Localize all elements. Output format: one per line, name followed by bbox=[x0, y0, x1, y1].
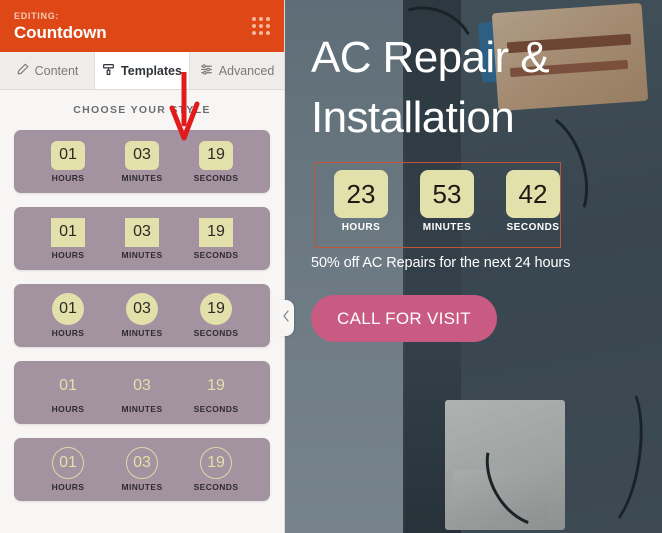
template-card[interactable]: 01 HOURS 03 MINUTES 19 SECONDS bbox=[14, 130, 270, 193]
digit-value: 01 bbox=[51, 217, 85, 247]
template-unit: 01 HOURS bbox=[40, 217, 96, 260]
grid-dots-icon[interactable] bbox=[252, 17, 270, 35]
panel-collapse-handle[interactable] bbox=[278, 300, 294, 336]
digit-label: HOURS bbox=[51, 403, 85, 414]
countdown-widget[interactable]: 23 HOURS 53 MINUTES 42 SECONDS bbox=[311, 162, 638, 248]
template-card[interactable]: 01 HOURS 03 MINUTES 19 SECONDS bbox=[14, 361, 270, 424]
promo-tagline: 50% off AC Repairs for the next 24 hours bbox=[311, 255, 571, 271]
digit-value: 01 bbox=[52, 447, 84, 479]
template-unit: 19 SECONDS bbox=[188, 372, 244, 414]
template-card[interactable]: 01 HOURS 03 MINUTES 19 SECONDS bbox=[14, 207, 270, 270]
tab-content-label: Content bbox=[34, 63, 79, 78]
stamp-icon bbox=[102, 63, 115, 79]
pencil-icon bbox=[16, 63, 29, 79]
template-unit: 19 SECONDS bbox=[188, 293, 244, 338]
countdown-value: 53 bbox=[420, 170, 474, 218]
digit-value: 03 bbox=[126, 293, 158, 325]
countdown-value: 42 bbox=[506, 170, 560, 218]
template-unit: 01 HOURS bbox=[40, 372, 96, 414]
tab-templates-label: Templates bbox=[121, 63, 182, 78]
digit-value: 03 bbox=[133, 377, 151, 394]
page-title: Countdown bbox=[14, 22, 107, 42]
digit-value: 03 bbox=[125, 217, 159, 247]
grid-dot bbox=[266, 17, 270, 21]
templates-list: CHOOSE YOUR STYLE 01 HOURS 03 MINUTES 19… bbox=[0, 90, 284, 533]
digit-label: HOURS bbox=[51, 249, 85, 260]
digit-label: SECONDS bbox=[193, 328, 239, 338]
tab-templates[interactable]: Templates bbox=[95, 52, 190, 89]
preview-content: AC Repair & Installation 23 HOURS 53 MIN… bbox=[285, 0, 662, 533]
digit-label: HOURS bbox=[51, 328, 85, 338]
digit-value: 19 bbox=[207, 377, 225, 394]
template-unit: 19 SECONDS bbox=[188, 140, 244, 183]
template-unit: 19 SECONDS bbox=[188, 217, 244, 260]
digit-label: MINUTES bbox=[121, 482, 163, 492]
digit-label: MINUTES bbox=[121, 249, 163, 260]
grid-dot bbox=[266, 24, 270, 28]
digit-value: 03 bbox=[126, 447, 158, 479]
digit-label: SECONDS bbox=[193, 172, 239, 183]
template-card[interactable]: 01 HOURS 03 MINUTES 19 SECONDS bbox=[14, 438, 270, 501]
digit-label: SECONDS bbox=[193, 403, 239, 414]
grid-dot bbox=[252, 17, 256, 21]
countdown-unit-minutes: 53 MINUTES bbox=[413, 170, 481, 233]
grid-dot bbox=[252, 31, 256, 35]
digit-value: 19 bbox=[200, 447, 232, 479]
editor-sidebar: EDITING: Countdown Content Templates Adv… bbox=[0, 0, 285, 533]
template-card[interactable]: 01 HOURS 03 MINUTES 19 SECONDS bbox=[14, 284, 270, 347]
template-unit: 01 HOURS bbox=[40, 447, 96, 492]
template-unit: 03 MINUTES bbox=[114, 293, 170, 338]
digit-value: 19 bbox=[199, 217, 233, 247]
template-unit: 03 MINUTES bbox=[114, 372, 170, 414]
digit-label: SECONDS bbox=[193, 482, 239, 492]
digit-value: 19 bbox=[200, 293, 232, 325]
chevron-left-icon bbox=[282, 309, 290, 327]
digit-value: 03 bbox=[125, 140, 159, 170]
grid-dot bbox=[259, 17, 263, 21]
call-for-visit-button[interactable]: CALL FOR VISIT bbox=[311, 295, 497, 342]
digit-value: 19 bbox=[199, 140, 233, 170]
template-unit: 03 MINUTES bbox=[114, 447, 170, 492]
editing-label: EDITING: bbox=[14, 10, 60, 21]
countdown-label: HOURS bbox=[341, 222, 381, 233]
grid-dot bbox=[252, 24, 256, 28]
panel-header: EDITING: Countdown bbox=[0, 0, 284, 52]
countdown-unit-seconds: 42 SECONDS bbox=[499, 170, 567, 233]
grid-dot bbox=[259, 31, 263, 35]
countdown-units: 23 HOURS 53 MINUTES 42 SECONDS bbox=[311, 166, 638, 233]
digit-label: MINUTES bbox=[121, 403, 163, 414]
digit-label: HOURS bbox=[51, 482, 85, 492]
digit-label: MINUTES bbox=[121, 172, 163, 183]
tab-content[interactable]: Content bbox=[0, 52, 95, 89]
grid-dot bbox=[266, 31, 270, 35]
sliders-icon bbox=[200, 63, 213, 79]
countdown-editor-screen: EDITING: Countdown Content Templates Adv… bbox=[0, 0, 662, 533]
countdown-unit-hours: 23 HOURS bbox=[327, 170, 395, 233]
digit-value: 01 bbox=[51, 140, 85, 170]
template-unit: 01 HOURS bbox=[40, 140, 96, 183]
template-unit: 19 SECONDS bbox=[188, 447, 244, 492]
tab-advanced-label: Advanced bbox=[218, 63, 275, 78]
digit-value: 01 bbox=[59, 377, 77, 394]
digit-value: 01 bbox=[52, 293, 84, 325]
editor-tabs: Content Templates Advanced bbox=[0, 52, 284, 90]
countdown-label: MINUTES bbox=[422, 222, 472, 233]
panel-header-text: EDITING: Countdown bbox=[14, 10, 107, 43]
digit-label: HOURS bbox=[51, 172, 85, 183]
live-preview: AC Repair & Installation 23 HOURS 53 MIN… bbox=[285, 0, 662, 533]
digit-label: MINUTES bbox=[121, 328, 163, 338]
tab-advanced[interactable]: Advanced bbox=[190, 52, 284, 89]
grid-dot bbox=[259, 24, 263, 28]
digit-label: SECONDS bbox=[193, 249, 239, 260]
hero-title: AC Repair & Installation bbox=[311, 33, 550, 142]
template-unit: 01 HOURS bbox=[40, 293, 96, 338]
section-title: CHOOSE YOUR STYLE bbox=[73, 104, 211, 116]
countdown-value: 23 bbox=[334, 170, 388, 218]
countdown-label: SECONDS bbox=[506, 222, 560, 233]
template-unit: 03 MINUTES bbox=[114, 217, 170, 260]
template-unit: 03 MINUTES bbox=[114, 140, 170, 183]
